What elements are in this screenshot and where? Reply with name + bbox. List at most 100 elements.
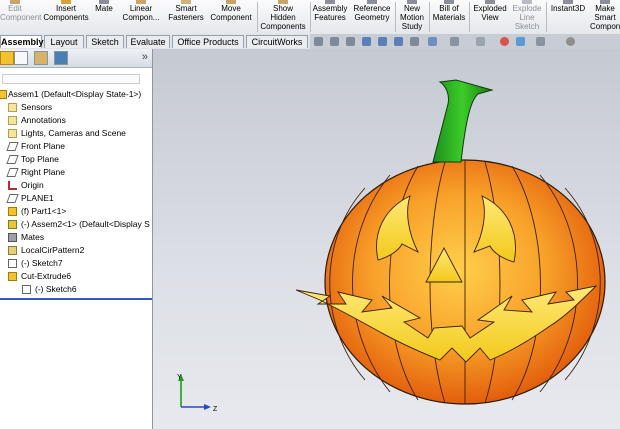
tree-item-annotations[interactable]: Annotations [0, 114, 150, 127]
show-hidden-label: Show Hidden Components [260, 4, 306, 31]
part-icon [8, 207, 17, 216]
tab-evaluate[interactable]: Evaluate [126, 35, 170, 48]
make-smart-component-button[interactable]: Make Smart Compone... [590, 0, 620, 34]
tree-item-top-plane[interactable]: Top Plane [0, 153, 150, 166]
mates-icon [8, 233, 17, 242]
cut-extrude-icon [8, 272, 17, 281]
edit-appearance-icon[interactable] [500, 37, 509, 46]
show-hidden-components-button[interactable]: Show Hidden Components [258, 0, 308, 34]
tree-item-label: Cut-Extrude6 [21, 271, 72, 281]
tree-item-origin[interactable]: Origin [0, 179, 150, 192]
tree-item-label: Lights, Cameras and Scene [21, 128, 126, 138]
previous-view-icon[interactable] [346, 37, 355, 46]
property-manager-tab-icon[interactable] [14, 51, 28, 65]
triad-z-label: Z [213, 406, 218, 413]
tree-item-front-plane[interactable]: Front Plane [0, 140, 150, 153]
reference-triad: Y Z [177, 374, 218, 413]
assembly-features-button[interactable]: Assembly Features [311, 0, 349, 34]
display-manager-tab-icon[interactable] [54, 51, 68, 65]
insert-components-button[interactable]: Insert Components [40, 0, 92, 34]
tree-item-assem2[interactable]: (-) Assem2<1> (Default<Display Sta [0, 218, 150, 231]
pumpkin-model[interactable] [153, 49, 620, 429]
collapse-panel-icon[interactable]: » [142, 51, 148, 63]
tree-item-label: Annotations [21, 115, 66, 125]
mate-button[interactable]: Mate [93, 0, 115, 34]
instant3d-label: Instant3D [550, 4, 586, 13]
view-settings-icon[interactable] [536, 37, 545, 46]
exploded-view-button[interactable]: Exploded View [470, 0, 510, 34]
rotate-view-icon[interactable] [378, 37, 387, 46]
tree-item-plane1[interactable]: PLANE1 [0, 192, 150, 205]
tree-item-part1[interactable]: (f) Part1<1> [0, 205, 150, 218]
tab-circuitworks[interactable]: CircuitWorks [246, 35, 308, 48]
tree-item-right-plane[interactable]: Right Plane [0, 166, 150, 179]
tab-layout[interactable]: Layout [44, 35, 84, 48]
tree-item-sketch7[interactable]: (-) Sketch7 [0, 257, 150, 270]
tree-item-label: LocalCirPattern2 [21, 245, 85, 255]
apply-scene-icon[interactable] [516, 37, 525, 46]
zoom-to-fit-icon[interactable] [314, 37, 323, 46]
section-view-icon[interactable] [362, 37, 371, 46]
linear-pattern-button[interactable]: Linear Compon... [118, 0, 164, 34]
select-icon[interactable] [410, 37, 419, 46]
zoom-to-area-icon[interactable] [330, 37, 339, 46]
tree-item-root[interactable]: Assem1 (Default<Display State-1>) [0, 88, 150, 101]
pan-view-icon[interactable] [394, 37, 403, 46]
explode-line-label: Explode Line Sketch [512, 4, 542, 31]
plane-icon [6, 142, 19, 151]
new-motion-study-button[interactable]: New Motion Study [396, 0, 428, 34]
bill-of-materials-button[interactable]: Bill of Materials [430, 0, 468, 34]
graphics-area[interactable]: Y Z [153, 49, 620, 429]
lights-icon [8, 129, 17, 138]
explode-line-sketch-button[interactable]: Explode Line Sketch [510, 0, 544, 34]
tree-item-label: Assem1 (Default<Display State-1>) [8, 89, 142, 99]
assembly-icon [0, 90, 7, 99]
plane-icon [6, 155, 19, 164]
motion-study-label: New Motion Study [399, 4, 424, 31]
tree-item-sensors[interactable]: Sensors [0, 101, 150, 114]
triad-y-label: Y [177, 374, 182, 381]
tree-item-label: (-) Sketch7 [21, 258, 63, 268]
tab-assembly[interactable]: Assembly [0, 35, 44, 48]
hide-show-items-icon[interactable] [476, 37, 485, 46]
mate-label: Mate [95, 4, 113, 13]
smart-fasteners-label: Smart Fasteners [168, 4, 204, 22]
rollback-bar[interactable] [0, 298, 152, 300]
tree-item-label: (f) Part1<1> [21, 206, 67, 216]
exploded-view-label: Exploded View [473, 4, 507, 22]
sensors-icon [8, 103, 17, 112]
smart-fasteners-button[interactable]: Smart Fasteners [166, 0, 206, 34]
instant3d-button[interactable]: Instant3D [547, 0, 589, 34]
tab-sketch[interactable]: Sketch [86, 35, 124, 48]
origin-icon [8, 181, 17, 190]
annotations-icon [8, 116, 17, 125]
tree-item-lights[interactable]: Lights, Cameras and Scene [0, 127, 150, 140]
tree-item-sketch6[interactable]: (-) Sketch6 [0, 283, 150, 296]
configuration-manager-tab-icon[interactable] [34, 51, 48, 65]
tree-item-label: PLANE1 [21, 193, 54, 203]
move-component-button[interactable]: Move Component [208, 0, 254, 34]
bom-label: Bill of Materials [432, 4, 466, 22]
sketch-icon [22, 285, 31, 294]
assembly-features-label: Assembly Features [312, 4, 348, 22]
reference-geometry-button[interactable]: Reference Geometry [351, 0, 393, 34]
tree-item-mates[interactable]: Mates [0, 231, 150, 244]
pattern-icon [8, 246, 17, 255]
tab-office-products[interactable]: Office Products [172, 35, 244, 48]
edit-component-button[interactable]: Edit Component [0, 0, 41, 34]
feature-manager-tab-icon[interactable] [0, 51, 14, 65]
feature-manager-tabs: » [0, 49, 152, 68]
command-manager: Edit Component Insert Components Mate Li… [0, 0, 620, 35]
tree-item-cut-extrude6[interactable]: Cut-Extrude6 [0, 270, 150, 283]
tree-item-label: Right Plane [21, 167, 65, 177]
display-style-icon[interactable] [450, 37, 459, 46]
insert-components-label: Insert Components [43, 4, 89, 22]
tree-item-label: Top Plane [21, 154, 59, 164]
tree-item-localcirpattern2[interactable]: LocalCirPattern2 [0, 244, 150, 257]
view-orientation-icon[interactable] [428, 37, 437, 46]
make-smart-label: Make Smart Compone... [590, 4, 620, 31]
feature-manager-panel: » Assem1 (Default<Display State-1>) Sens… [0, 49, 153, 429]
tree-filter-field[interactable] [2, 74, 140, 84]
realview-icon[interactable] [566, 37, 575, 46]
subassembly-icon [8, 220, 17, 229]
